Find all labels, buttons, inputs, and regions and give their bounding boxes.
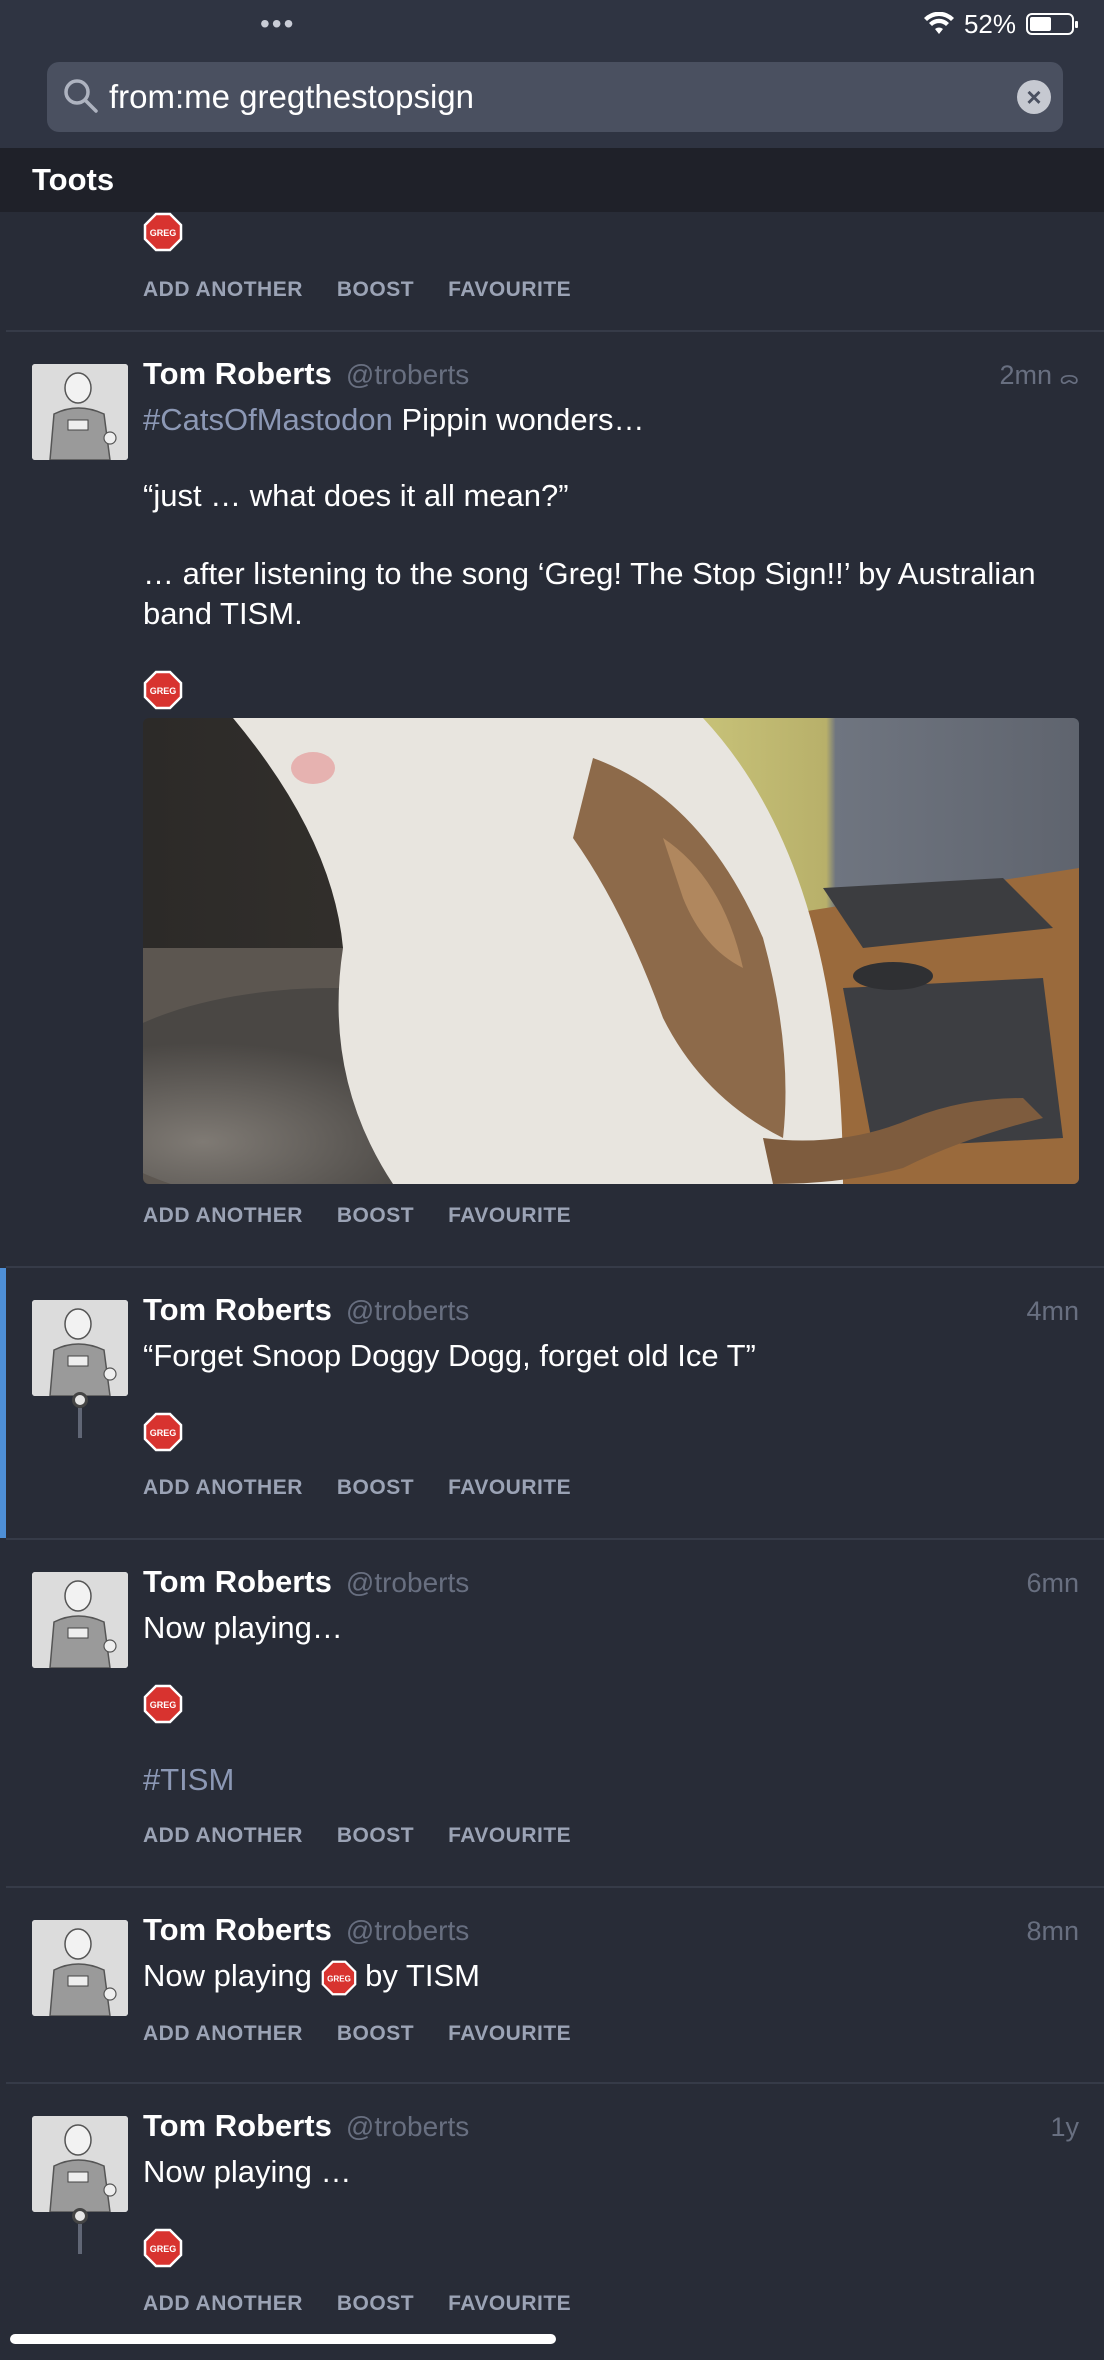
- greg-stop-sign-icon: GREG: [143, 212, 183, 252]
- favourite-button[interactable]: FAVOURITE: [448, 278, 571, 302]
- toot-item[interactable]: GREG ADD ANOTHER BOOST FAVOURITE: [6, 212, 1104, 332]
- author-name[interactable]: Tom Roberts @troberts: [143, 1564, 469, 1600]
- author-handle[interactable]: @troberts: [346, 1567, 469, 1598]
- search-area: from:me gregthestopsign ×: [0, 50, 1104, 148]
- author-name[interactable]: Tom Roberts @troberts: [143, 1912, 469, 1948]
- toot-timestamp: 2mn ᯅ: [999, 360, 1080, 390]
- search-input[interactable]: from:me gregthestopsign ×: [47, 62, 1063, 132]
- author-name[interactable]: Tom Roberts @troberts: [143, 356, 469, 392]
- author-name[interactable]: Tom Roberts @troberts: [143, 1292, 469, 1328]
- cat-photo-image: [143, 718, 1079, 1184]
- toot-actions: ADD ANOTHER BOOST FAVOURITE: [143, 2292, 571, 2316]
- toot-content: Now playing …: [143, 2154, 352, 2189]
- status-bar: ••• 52%: [0, 0, 1104, 50]
- toot-actions: ADD ANOTHER BOOST FAVOURITE: [143, 1204, 571, 1228]
- section-title: Toots: [32, 162, 115, 197]
- toot-actions: ADD ANOTHER BOOST FAVOURITE: [143, 278, 571, 302]
- thread-line: [78, 2224, 82, 2254]
- svg-text:GREG: GREG: [150, 1428, 177, 1438]
- avatar[interactable]: [32, 2116, 128, 2212]
- toot-item[interactable]: Tom Roberts @troberts 6mn Now playing… GR…: [6, 1540, 1104, 1888]
- search-query[interactable]: from:me gregthestopsign: [109, 62, 474, 132]
- favourite-button[interactable]: FAVOURITE: [448, 1476, 571, 1500]
- greg-stop-sign-icon: GREG: [143, 1412, 183, 1452]
- hashtag-link[interactable]: #CatsOfMastodon: [143, 402, 393, 437]
- greg-stop-sign-icon: GREG: [143, 2228, 183, 2268]
- toot-item[interactable]: Tom Roberts @troberts 1y Now playing … GR…: [6, 2084, 1104, 2360]
- boost-button[interactable]: BOOST: [337, 278, 414, 302]
- clear-search-icon[interactable]: ×: [1017, 80, 1051, 114]
- add-another-button[interactable]: ADD ANOTHER: [143, 1204, 303, 1228]
- avatar[interactable]: [32, 364, 128, 460]
- section-header: Toots: [0, 148, 1104, 212]
- toot-timestamp: 6mn: [1026, 1568, 1079, 1598]
- bot-indicator-icon: ᯅ: [1059, 368, 1079, 388]
- greg-stop-sign-icon: GREG: [321, 1960, 356, 1996]
- favourite-button[interactable]: FAVOURITE: [448, 1824, 571, 1848]
- toot-item[interactable]: Tom Roberts @troberts 2mn ᯅ #CatsOfMastod…: [6, 332, 1104, 1268]
- thread-indicator-icon: [72, 1392, 88, 1408]
- thread-indicator-icon: [72, 2208, 88, 2224]
- hashtag-link[interactable]: #TISM: [143, 1762, 234, 1797]
- author-handle[interactable]: @troberts: [346, 1915, 469, 1946]
- status-indicators: 52%: [923, 8, 1078, 40]
- toot-actions: ADD ANOTHER BOOST FAVOURITE: [143, 1476, 571, 1500]
- toot-actions: ADD ANOTHER BOOST FAVOURITE: [143, 2022, 571, 2046]
- toot-content: Now playing…: [143, 1610, 343, 1645]
- search-icon: [64, 79, 98, 113]
- toot-content: “Forget Snoop Doggy Dogg, forget old Ice…: [143, 1338, 756, 1373]
- author-name[interactable]: Tom Roberts @troberts: [143, 2108, 469, 2144]
- add-another-button[interactable]: ADD ANOTHER: [143, 2292, 303, 2316]
- boost-button[interactable]: BOOST: [337, 2022, 414, 2046]
- svg-text:GREG: GREG: [150, 228, 177, 238]
- svg-text:GREG: GREG: [150, 686, 177, 696]
- author-handle[interactable]: @troberts: [346, 2111, 469, 2142]
- toot-actions: ADD ANOTHER BOOST FAVOURITE: [143, 1824, 571, 1848]
- thread-line: [78, 1408, 82, 1438]
- avatar[interactable]: [32, 1572, 128, 1668]
- toot-item[interactable]: Tom Roberts @troberts 4mn “Forget Snoop D…: [0, 1268, 1104, 1540]
- toot-timestamp: 8mn: [1026, 1916, 1079, 1946]
- avatar[interactable]: [32, 1920, 128, 2016]
- media-attachment-cat-photo[interactable]: [143, 718, 1079, 1184]
- boost-button[interactable]: BOOST: [337, 1204, 414, 1228]
- author-handle[interactable]: @troberts: [346, 1295, 469, 1326]
- boost-button[interactable]: BOOST: [337, 1476, 414, 1500]
- toot-item[interactable]: Tom Roberts @troberts 8mn Now playing GRE…: [6, 1888, 1104, 2084]
- author-handle[interactable]: @troberts: [346, 359, 469, 390]
- multitasking-dots-icon[interactable]: •••: [260, 10, 295, 38]
- greg-stop-sign-icon: GREG: [143, 670, 183, 710]
- battery-percentage: 52%: [963, 8, 1016, 39]
- toot-timestamp: 1y: [1050, 2112, 1079, 2142]
- favourite-button[interactable]: FAVOURITE: [448, 2022, 571, 2046]
- add-another-button[interactable]: ADD ANOTHER: [143, 278, 303, 302]
- battery-level: [1030, 17, 1051, 31]
- avatar[interactable]: [32, 1300, 128, 1396]
- add-another-button[interactable]: ADD ANOTHER: [143, 2022, 303, 2046]
- svg-text:GREG: GREG: [150, 1700, 177, 1710]
- boost-button[interactable]: BOOST: [337, 1824, 414, 1848]
- toot-content-hashtags: #TISM: [143, 1760, 1083, 1800]
- add-another-button[interactable]: ADD ANOTHER: [143, 1476, 303, 1500]
- svg-text:GREG: GREG: [327, 1974, 351, 1983]
- toot-content-line: “just … what does it all mean?”: [143, 478, 569, 513]
- toot-timestamp: 4mn: [1026, 1296, 1079, 1326]
- toot-content: Now playing GREG by TISM: [143, 1956, 1083, 1996]
- favourite-button[interactable]: FAVOURITE: [448, 1204, 571, 1228]
- add-another-button[interactable]: ADD ANOTHER: [143, 1824, 303, 1848]
- svg-text:GREG: GREG: [150, 2244, 177, 2254]
- wifi-icon: [923, 12, 954, 34]
- greg-stop-sign-icon: GREG: [143, 1684, 183, 1724]
- battery-icon: [1026, 13, 1078, 35]
- favourite-button[interactable]: FAVOURITE: [448, 2292, 571, 2316]
- toot-content: #CatsOfMastodon Pippin wonders…: [143, 402, 645, 437]
- boost-button[interactable]: BOOST: [337, 2292, 414, 2316]
- toot-content-line: … after listening to the song ‘Greg! The…: [143, 556, 1036, 631]
- home-indicator[interactable]: [10, 2334, 556, 2344]
